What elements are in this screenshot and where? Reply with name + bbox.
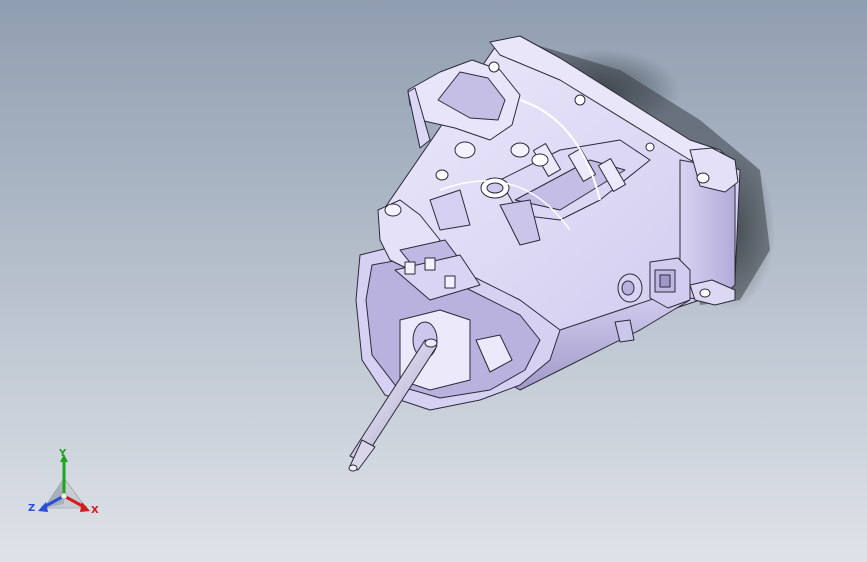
z-axis-label: Z: [28, 503, 36, 514]
x-axis-label: X: [91, 505, 99, 516]
graphics-viewport[interactable]: Y Z X: [0, 0, 867, 562]
y-axis-label: Y: [59, 448, 67, 459]
model-scene[interactable]: [0, 0, 867, 562]
z-axis-arrow: [38, 502, 48, 512]
coordinate-triad: Y Z X: [24, 446, 104, 526]
